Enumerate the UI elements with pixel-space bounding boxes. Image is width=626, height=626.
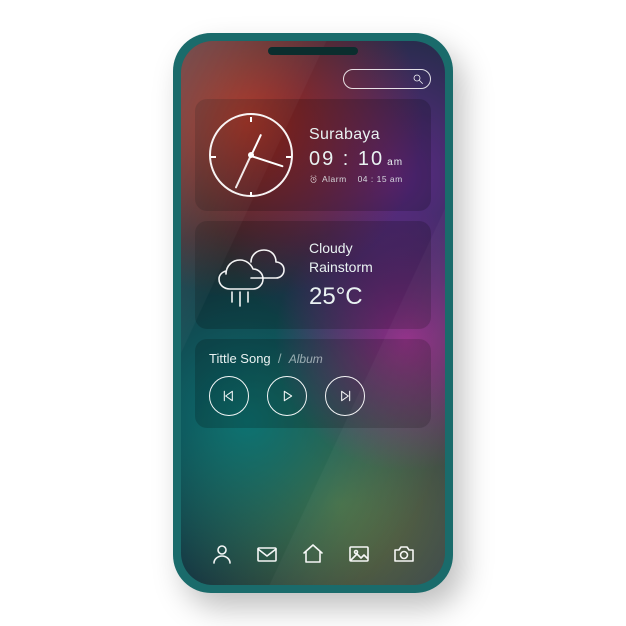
digital-time: 09 : 10am — [309, 148, 403, 171]
skip-forward-icon — [337, 388, 353, 404]
gallery-button[interactable] — [344, 539, 374, 569]
mail-button[interactable] — [252, 539, 282, 569]
previous-button[interactable] — [209, 376, 249, 416]
mail-icon — [255, 542, 279, 566]
alarm-row: Alarm 04 : 15 am — [309, 174, 403, 184]
dock — [195, 533, 431, 575]
song-title: Tittle Song — [209, 351, 271, 366]
analog-clock-icon — [209, 113, 293, 197]
search-icon — [412, 73, 424, 85]
home-icon — [301, 542, 325, 566]
phone-frame: Surabaya 09 : 10am Alarm 04 : 15 am — [173, 33, 453, 593]
album-name: Album — [289, 352, 323, 366]
track-info: Tittle Song / Album — [209, 351, 417, 366]
location-label: Surabaya — [309, 126, 403, 144]
weather-condition: Cloudy Rainstorm — [309, 239, 373, 277]
user-icon — [210, 542, 234, 566]
play-button[interactable] — [267, 376, 307, 416]
screen: Surabaya 09 : 10am Alarm 04 : 15 am — [181, 41, 445, 585]
alarm-icon — [309, 175, 318, 184]
weather-widget[interactable]: Cloudy Rainstorm 25°C — [195, 221, 431, 329]
camera-icon — [392, 542, 416, 566]
camera-button[interactable] — [389, 539, 419, 569]
image-icon — [347, 542, 371, 566]
next-button[interactable] — [325, 376, 365, 416]
profile-button[interactable] — [207, 539, 237, 569]
temperature: 25°C — [309, 283, 373, 311]
skip-back-icon — [221, 388, 237, 404]
cloud-rain-icon — [209, 235, 293, 315]
home-button[interactable] — [298, 539, 328, 569]
search-input[interactable] — [343, 69, 431, 89]
music-widget[interactable]: Tittle Song / Album — [195, 339, 431, 428]
clock-widget[interactable]: Surabaya 09 : 10am Alarm 04 : 15 am — [195, 99, 431, 211]
play-icon — [279, 388, 295, 404]
